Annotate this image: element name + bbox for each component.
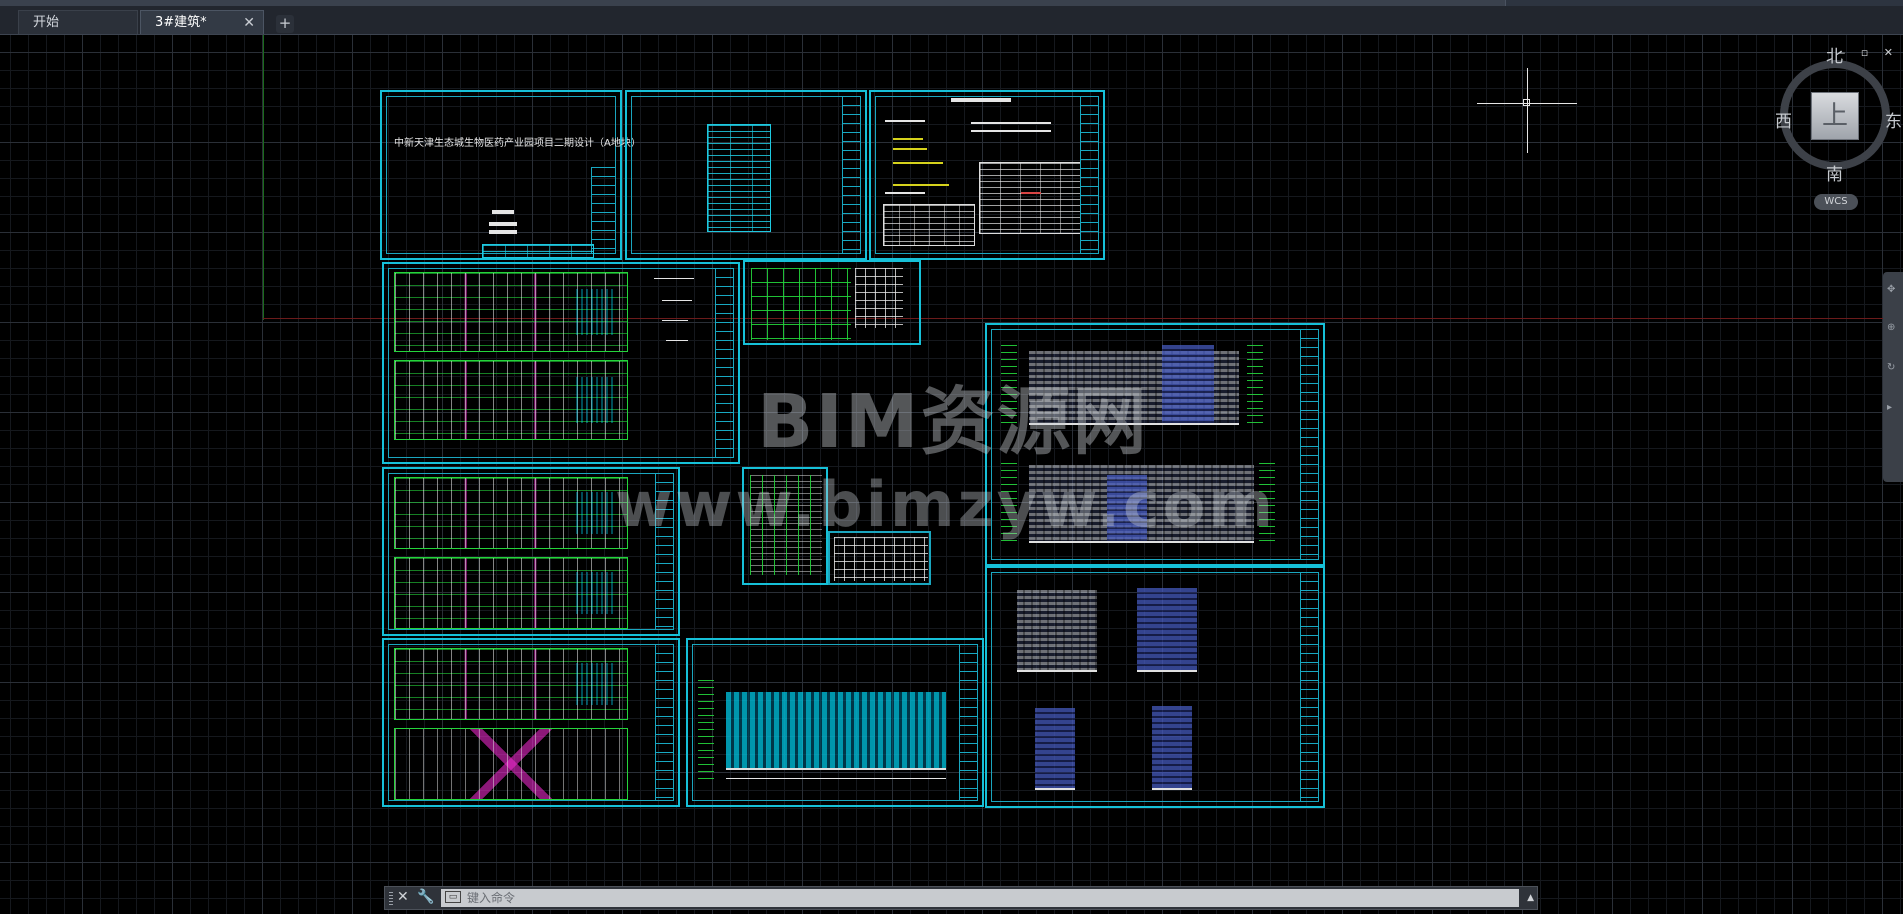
material-table xyxy=(883,204,975,246)
compass-east-label[interactable]: 东 xyxy=(1885,107,1902,132)
elevation-level-marks xyxy=(1001,345,1017,425)
floor-plan-drawing xyxy=(394,272,628,352)
sheet-elevations-main[interactable] xyxy=(985,323,1325,566)
cover-project-title: 中新天津生态城生物医药产业园项目二期设计（A地块） xyxy=(394,138,641,149)
elevation-level-marks xyxy=(1001,463,1017,543)
cover-text-block xyxy=(489,230,517,234)
title-block xyxy=(715,268,734,458)
floor-plan-drawing xyxy=(394,648,628,720)
floor-plan-drawing xyxy=(394,360,628,440)
title-block xyxy=(842,96,861,254)
drawing-canvas[interactable]: 中新天津生态城生物医药产业园项目二期设计（A地块） xyxy=(0,35,1903,914)
title-block xyxy=(591,167,616,254)
compass-west-label[interactable]: 西 xyxy=(1775,107,1792,132)
customize-wrench-icon[interactable]: 🔧 xyxy=(417,889,434,905)
section-drawing xyxy=(726,692,946,770)
command-line[interactable]: ✕ 🔧 ▭ ▲ xyxy=(384,886,1538,910)
east-elevation-drawing xyxy=(1017,590,1097,672)
wcs-menu-button[interactable]: WCS xyxy=(1814,194,1858,210)
viewcube[interactable]: 上 北 南 西 东 WCS xyxy=(1775,42,1903,210)
showmotion-icon[interactable]: ▸ xyxy=(1887,402,1892,413)
drawing-list-table xyxy=(707,124,771,232)
sheet-floor-plans-1[interactable] xyxy=(382,262,740,464)
title-block xyxy=(1080,96,1099,254)
notes-text-line xyxy=(885,120,925,122)
sheet-wall-details[interactable] xyxy=(828,531,931,585)
scroll-up-icon[interactable]: ▲ xyxy=(1527,893,1534,903)
notes-heading xyxy=(951,98,1011,102)
notes-text-line xyxy=(893,148,927,150)
floor-plan-drawing xyxy=(394,477,628,549)
sheet-elevations-side[interactable] xyxy=(985,566,1325,808)
command-history-icon[interactable]: ▭ xyxy=(445,891,461,903)
sheet-floor-plans-2[interactable] xyxy=(382,467,680,636)
elevation-level-marks xyxy=(1247,345,1263,425)
sheet-drawing-index[interactable] xyxy=(625,90,867,260)
drag-handle-icon[interactable] xyxy=(389,892,393,906)
plan-notes-line xyxy=(666,340,688,341)
zoom-icon[interactable]: ⊕ xyxy=(1887,322,1895,333)
sheet-details[interactable] xyxy=(743,260,921,345)
orbit-icon[interactable]: ↻ xyxy=(1887,362,1895,373)
close-icon[interactable]: ✕ xyxy=(397,889,409,905)
cover-signature-table xyxy=(482,244,594,258)
title-block xyxy=(1300,572,1319,802)
notes-text-line xyxy=(971,122,1051,124)
command-field[interactable]: ▭ xyxy=(441,889,1519,907)
roof-plan-drawing xyxy=(394,728,628,800)
notes-text-line xyxy=(893,162,943,164)
pan-icon[interactable]: ✥ xyxy=(1887,284,1895,295)
notes-text-line xyxy=(893,138,923,140)
tab-active-label: 3#建筑* xyxy=(155,15,207,30)
sheet-floor-plans-3[interactable] xyxy=(382,638,680,807)
notes-highlight xyxy=(1021,192,1041,194)
close-tab-icon[interactable]: ✕ xyxy=(243,11,255,35)
elevation-level-marks xyxy=(1259,463,1275,543)
floor-plan-drawing xyxy=(394,557,628,629)
title-block xyxy=(959,644,978,801)
cover-text-block xyxy=(492,210,514,214)
area-summary-table xyxy=(979,162,1081,234)
ucs-y-axis-line xyxy=(263,35,264,320)
tab-3-building-drawing[interactable]: 3#建筑* ✕ xyxy=(140,10,264,34)
elevation-level-marks xyxy=(698,680,714,780)
detail-drawings xyxy=(751,268,851,340)
section-ground-line xyxy=(726,778,946,779)
sheet-design-notes[interactable] xyxy=(869,90,1105,260)
viewcube-top-face[interactable]: 上 xyxy=(1811,92,1859,140)
tab-start[interactable]: 开始 xyxy=(18,10,138,34)
viewport-window-controls[interactable]: ‒ ▫ ✕ xyxy=(1838,46,1899,59)
side-elevation-drawing xyxy=(1152,706,1192,790)
plan-notes-line xyxy=(654,278,694,279)
title-block xyxy=(1300,329,1319,560)
stair-section-drawings xyxy=(750,475,822,575)
door-window-schedule xyxy=(855,268,903,328)
elevation-blue-facade xyxy=(1162,345,1214,425)
cover-text-block xyxy=(489,222,517,226)
wall-detail-drawings xyxy=(834,537,928,581)
west-elevation-drawing xyxy=(1137,588,1197,672)
plan-notes-line xyxy=(662,300,692,301)
elevation-blue-facade xyxy=(1107,475,1147,543)
tab-start-label: 开始 xyxy=(33,15,60,30)
notes-text-line xyxy=(971,130,1051,132)
title-block xyxy=(655,473,674,630)
sheet-cover[interactable]: 中新天津生态城生物医药产业园项目二期设计（A地块） xyxy=(380,90,641,260)
notes-text-line xyxy=(893,184,949,186)
file-tab-bar: 开始 3#建筑* ✕ + xyxy=(0,6,1903,35)
title-block xyxy=(655,644,674,801)
sheet-stair-details[interactable] xyxy=(742,467,828,585)
command-input[interactable] xyxy=(467,889,1519,907)
notes-text-line xyxy=(885,192,925,194)
navigation-bar[interactable]: ✥ ⊕ ↻ ▸ xyxy=(1883,272,1903,482)
plan-notes-line xyxy=(662,320,688,321)
sheet-building-section[interactable] xyxy=(686,638,984,807)
new-tab-button[interactable]: + xyxy=(276,15,294,33)
crosshair-cursor xyxy=(1477,68,1577,153)
compass-south-label[interactable]: 南 xyxy=(1826,160,1843,185)
side-elevation-drawing xyxy=(1035,708,1075,790)
